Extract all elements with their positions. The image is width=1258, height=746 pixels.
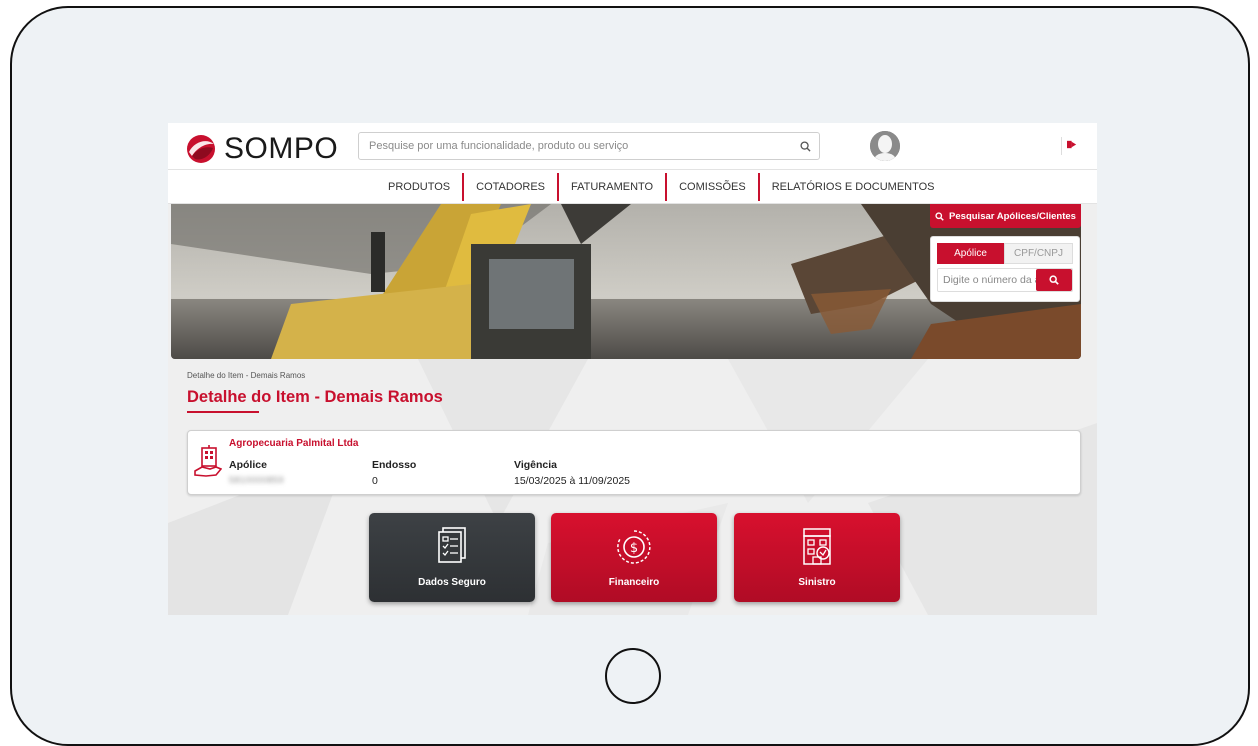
nav-produtos[interactable]: PRODUTOS (376, 173, 462, 201)
nav-cotadores[interactable]: COTADORES (462, 173, 557, 201)
user-avatar[interactable] (870, 131, 900, 161)
sompo-logo[interactable]: SOMPO (186, 132, 338, 166)
search-icon (935, 211, 944, 221)
svg-text:$: $ (630, 541, 638, 556)
building-hand-icon (194, 445, 222, 477)
app-screen: SOMPO PRODUTOS COTADORES FATURAM (168, 123, 1097, 615)
endosso-value: 0 (372, 475, 378, 487)
title-underline (187, 411, 259, 413)
sompo-logo-icon (187, 135, 215, 163)
breadcrumb: Detalhe do Item - Demais Ramos (187, 371, 306, 380)
global-search (358, 132, 820, 160)
sinistro-tile[interactable]: Sinistro (734, 513, 900, 602)
apolice-value: 5810000859 (229, 475, 285, 485)
nav-comissoes[interactable]: COMISSÕES (665, 173, 758, 201)
logout-icon (1067, 140, 1077, 149)
nav-relatorios-documentos[interactable]: RELATÓRIOS E DOCUMENTOS (757, 173, 947, 201)
vigencia-label: Vigência (514, 459, 557, 471)
tab-cpf-cnpj[interactable]: CPF/CNPJ (1004, 243, 1073, 264)
policy-search-button[interactable] (1036, 269, 1072, 291)
search-policies-label: Pesquisar Apólices/Clientes (949, 210, 1076, 222)
search-policies-clients-button[interactable]: Pesquisar Apólices/Clientes (930, 204, 1081, 228)
sinistro-label: Sinistro (798, 577, 836, 588)
dollar-coin-icon: $ (617, 530, 651, 564)
avatar-icon (870, 131, 900, 161)
apolice-label: Apólice (229, 459, 267, 471)
nav-faturamento[interactable]: FATURAMENTO (557, 173, 665, 201)
policy-number-input[interactable] (938, 269, 1036, 291)
home-button[interactable] (605, 648, 661, 704)
search-icon[interactable] (791, 133, 819, 159)
dados-seguro-tile[interactable]: Dados Seguro (369, 513, 535, 602)
search-icon (1049, 275, 1059, 285)
document-list-icon (438, 527, 466, 563)
main-navigation: PRODUTOS COTADORES FATURAMENTO COMISSÕES… (168, 170, 1097, 204)
financeiro-tile[interactable]: $ Financeiro (551, 513, 717, 602)
quick-search-panel: Apólice CPF/CNPJ (930, 236, 1080, 302)
page-title: Detalhe do Item - Demais Ramos (187, 388, 443, 406)
policy-summary-card: Agropecuaria Palmital Ltda Apólice 58100… (187, 430, 1081, 495)
endosso-label: Endosso (372, 459, 417, 471)
global-search-input[interactable] (359, 133, 791, 159)
logo-text: SOMPO (224, 132, 339, 165)
house-claim-icon (803, 528, 831, 565)
logout-button[interactable] (1061, 137, 1077, 155)
financeiro-label: Financeiro (608, 577, 660, 588)
top-header: SOMPO (168, 123, 1097, 170)
vigencia-value: 15/03/2025 à 11/09/2025 (514, 475, 630, 487)
tab-apolice[interactable]: Apólice (937, 243, 1004, 264)
dados-seguro-label: Dados Seguro (418, 577, 486, 588)
insured-company-name[interactable]: Agropecuaria Palmital Ltda (229, 438, 358, 449)
